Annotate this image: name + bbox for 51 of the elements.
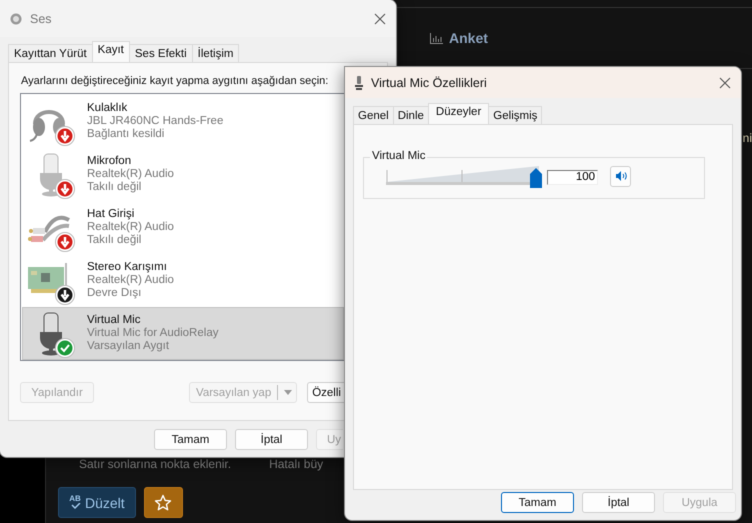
device-driver: Virtual Mic for AudioRelay <box>87 327 218 340</box>
star-icon <box>154 494 172 512</box>
group-label: Virtual Mic <box>370 150 428 162</box>
device-name: Kulaklık <box>87 102 128 115</box>
device-status: Takılı değil <box>87 234 142 247</box>
device-status: Takılı değil <box>87 181 142 194</box>
device-item[interactable]: Mikrofon Realtek(R) Audio Takılı değil <box>22 148 344 201</box>
level-value-field[interactable]: 100 <box>547 170 598 184</box>
device-driver: Realtek(R) Audio <box>87 274 174 287</box>
device-status: Devre Dışı <box>87 287 142 300</box>
window-title: Virtual Mic Özellikleri <box>371 76 488 90</box>
tab[interactable]: Kayıttan Yürüt <box>8 44 93 62</box>
close-icon[interactable] <box>719 76 731 88</box>
device-status: Bağlantı kesildi <box>87 128 166 141</box>
instruction-text: Ayarlarını değiştireceğiniz kayıt yapma aygıtını aşağıdan seçin: <box>21 75 328 87</box>
close-icon[interactable] <box>374 12 386 24</box>
mute-button[interactable] <box>610 166 631 186</box>
dialog-button[interactable]: İptal <box>582 492 655 513</box>
device-name: Mikrofon <box>87 155 132 168</box>
hint-text: Hatalı büy <box>269 457 324 471</box>
device-item[interactable]: Hat Girişi Realtek(R) Audio Takılı değil <box>22 201 344 254</box>
device-name: Virtual Mic <box>87 314 142 327</box>
level-slider[interactable] <box>386 164 539 188</box>
tab[interactable]: Genel <box>353 106 394 124</box>
hint-text: Satır sonlarına nokta eklenir. <box>79 457 232 471</box>
device-driver: JBL JR460NC Hands-Free <box>87 115 224 128</box>
device-name: Hat Girişi <box>87 208 136 221</box>
device-name: Stereo Karışımı <box>87 261 168 274</box>
microphone-icon <box>355 76 363 90</box>
caret-icon <box>284 390 292 395</box>
tab[interactable]: İletişim <box>192 44 240 62</box>
tab[interactable]: Gelişmiş <box>488 106 542 124</box>
device-item[interactable]: Virtual Mic Virtual Mic for AudioRelay Varsayılan Aygıt <box>22 307 344 360</box>
device-driver: Realtek(R) Audio <box>87 168 174 181</box>
device-item[interactable]: Stereo Karışımı Realtek(R) Audio Devre Dışı <box>22 254 344 307</box>
tab[interactable]: Düzeyler <box>428 103 490 124</box>
device-driver: Realtek(R) Audio <box>87 221 174 234</box>
dialog-button[interactable]: Tamam <box>154 429 227 450</box>
device-status: Varsayılan Aygıt <box>87 340 170 353</box>
section-title: Anket <box>449 30 488 46</box>
dialog-button[interactable]: Tamam <box>501 492 574 513</box>
cut-off-text: ni <box>742 131 752 145</box>
dialog-button[interactable]: İptal <box>235 429 308 450</box>
bar-chart-icon <box>430 32 443 44</box>
slider-thumb[interactable] <box>530 168 542 188</box>
fix-button[interactable]: AB Düzelt <box>58 487 136 518</box>
window-title: Ses <box>30 12 53 26</box>
properties-button[interactable]: Özelli <box>307 382 346 403</box>
device-item[interactable]: Kulaklık JBL JR460NC Hands-Free Bağlantı kesildi <box>22 95 344 148</box>
tab[interactable]: Kayıt <box>92 41 130 62</box>
favorite-button[interactable] <box>144 487 183 518</box>
